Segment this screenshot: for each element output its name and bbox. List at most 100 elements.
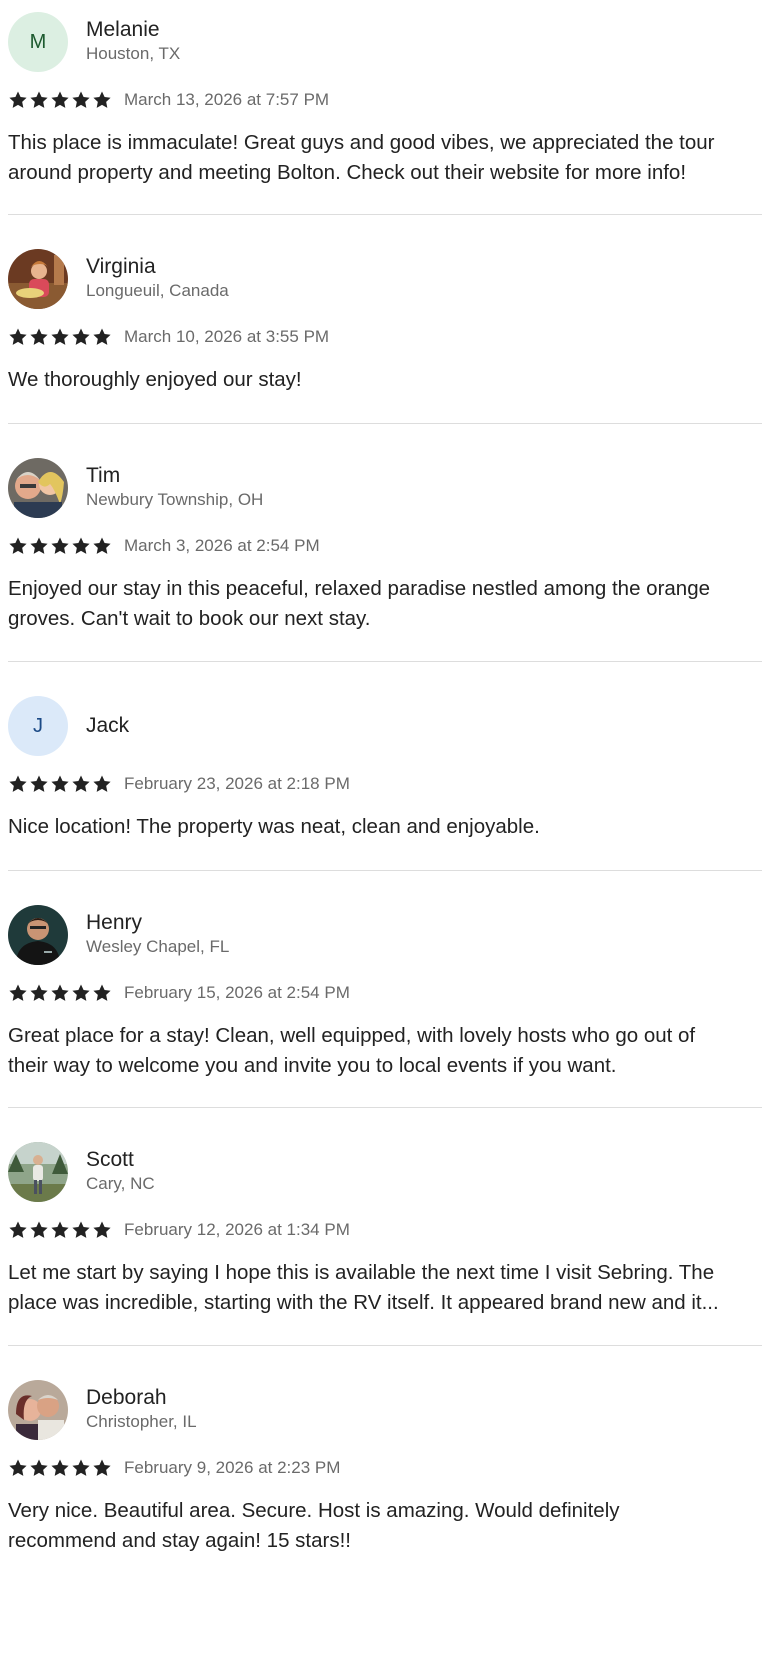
review-item: Deborah Christopher, IL February 9, 2026… [8, 1380, 762, 1556]
rating-stars [8, 983, 112, 1003]
review-text-line: This place is immaculate! Great guys and… [8, 131, 715, 154]
rating-stars [8, 774, 112, 794]
avatar-initial: J [33, 714, 43, 737]
divider [8, 1107, 762, 1108]
review-meta: March 13, 2026 at 7:57 PM [8, 88, 762, 112]
reviewer-location: Longueuil, Canada [86, 281, 229, 300]
review-item: Scott Cary, NC February 12, 2026 at 1:34… [8, 1142, 762, 1318]
reviewer-name[interactable]: Virginia [86, 255, 156, 279]
avatar[interactable] [8, 1142, 68, 1202]
star-icon [8, 774, 28, 794]
review-item: J Jack February 23, 2026 at 2:18 PM Nice… [8, 696, 762, 842]
star-icon [29, 1458, 49, 1478]
review-item: Henry Wesley Chapel, FL February 15, 202… [8, 905, 762, 1081]
review-header: Henry Wesley Chapel, FL [8, 905, 762, 965]
reviewer-name[interactable]: Tim [86, 464, 120, 488]
review-text-line: Very nice. Beautiful area. Secure. Host … [8, 1499, 620, 1522]
review-text-line: Great place for a stay! Clean, well equi… [8, 1024, 696, 1047]
rating-stars [8, 90, 112, 110]
avatar-photo [8, 458, 68, 518]
review-date: February 12, 2026 at 1:34 PM [124, 1220, 350, 1239]
review-text: We thoroughly enjoyed our stay! [8, 365, 762, 395]
avatar-photo [8, 905, 68, 965]
review-date: February 9, 2026 at 2:23 PM [124, 1458, 341, 1477]
review-text: This place is immaculate! Great guys and… [8, 128, 762, 188]
avatar-initial: M [29, 30, 47, 53]
divider [8, 661, 762, 662]
review-text: Enjoyed our stay in this peaceful, relax… [8, 574, 762, 634]
star-icon [71, 1220, 91, 1240]
rating-stars [8, 1220, 112, 1240]
review-header: M Melanie Houston, TX [8, 12, 762, 72]
divider [8, 870, 762, 871]
review-date: March 3, 2026 at 2:54 PM [124, 536, 320, 555]
star-icon [29, 983, 49, 1003]
star-icon [71, 90, 91, 110]
review-header: Scott Cary, NC [8, 1142, 762, 1202]
review-header: Deborah Christopher, IL [8, 1380, 762, 1440]
review-date: March 10, 2026 at 3:55 PM [124, 327, 330, 346]
avatar[interactable] [8, 458, 68, 518]
review-text-line: Nice location! The property was neat, cl… [8, 815, 540, 838]
star-icon [71, 1458, 91, 1478]
star-icon [29, 774, 49, 794]
avatar[interactable] [8, 905, 68, 965]
review-meta: March 3, 2026 at 2:54 PM [8, 534, 762, 558]
star-icon [50, 327, 70, 347]
star-icon [92, 1458, 112, 1478]
star-icon [92, 774, 112, 794]
star-icon [50, 1458, 70, 1478]
review-header: Tim Newbury Township, OH [8, 458, 762, 518]
review-meta: February 23, 2026 at 2:18 PM [8, 772, 762, 796]
star-icon [8, 1458, 28, 1478]
rating-stars [8, 536, 112, 556]
star-icon [50, 774, 70, 794]
review-text-line: Let me start by saying I hope this is av… [8, 1261, 715, 1284]
avatar-photo [8, 1142, 68, 1202]
avatar-photo [8, 249, 68, 309]
review-meta: March 10, 2026 at 3:55 PM [8, 325, 762, 349]
star-icon [8, 327, 28, 347]
star-icon [92, 983, 112, 1003]
reviewer-location: Newbury Township, OH [86, 490, 264, 509]
star-icon [71, 774, 91, 794]
avatar[interactable] [8, 1380, 68, 1440]
avatar[interactable]: J [8, 696, 68, 756]
divider [8, 1345, 762, 1346]
reviewer-name[interactable]: Scott [86, 1148, 134, 1172]
review-item: Virginia Longueuil, Canada March 10, 202… [8, 249, 762, 395]
reviewer-name[interactable]: Henry [86, 911, 142, 935]
star-icon [92, 536, 112, 556]
star-icon [29, 90, 49, 110]
star-icon [50, 983, 70, 1003]
star-icon [71, 327, 91, 347]
review-header: J Jack [8, 696, 762, 756]
reviewer-location: Houston, TX [86, 44, 181, 63]
review-item: Tim Newbury Township, OH March 3, 2026 a… [8, 458, 762, 634]
review-text: Nice location! The property was neat, cl… [8, 812, 762, 842]
avatar[interactable] [8, 249, 68, 309]
reviewer-location: Christopher, IL [86, 1412, 197, 1431]
review-text-line: their way to welcome you and invite you … [8, 1054, 617, 1077]
review-date: March 13, 2026 at 7:57 PM [124, 90, 330, 109]
reviewer-name[interactable]: Deborah [86, 1386, 167, 1410]
review-text-line: around property and meeting Bolton. Chec… [8, 161, 687, 184]
reviewer-name[interactable]: Jack [86, 714, 129, 738]
reviewer-name[interactable]: Melanie [86, 18, 160, 42]
review-meta: February 12, 2026 at 1:34 PM [8, 1218, 762, 1242]
star-icon [71, 983, 91, 1003]
star-icon [92, 1220, 112, 1240]
review-text: Great place for a stay! Clean, well equi… [8, 1021, 762, 1081]
review-text-line: We thoroughly enjoyed our stay! [8, 368, 302, 391]
star-icon [50, 90, 70, 110]
reviewer-location: Wesley Chapel, FL [86, 937, 230, 956]
avatar[interactable]: M [8, 12, 68, 72]
star-icon [8, 90, 28, 110]
review-header: Virginia Longueuil, Canada [8, 249, 762, 309]
star-icon [8, 536, 28, 556]
divider [8, 423, 762, 424]
divider [8, 214, 762, 215]
avatar-photo [8, 1380, 68, 1440]
review-item: M Melanie Houston, TX March 13, 2026 at … [8, 12, 762, 188]
star-icon [71, 536, 91, 556]
